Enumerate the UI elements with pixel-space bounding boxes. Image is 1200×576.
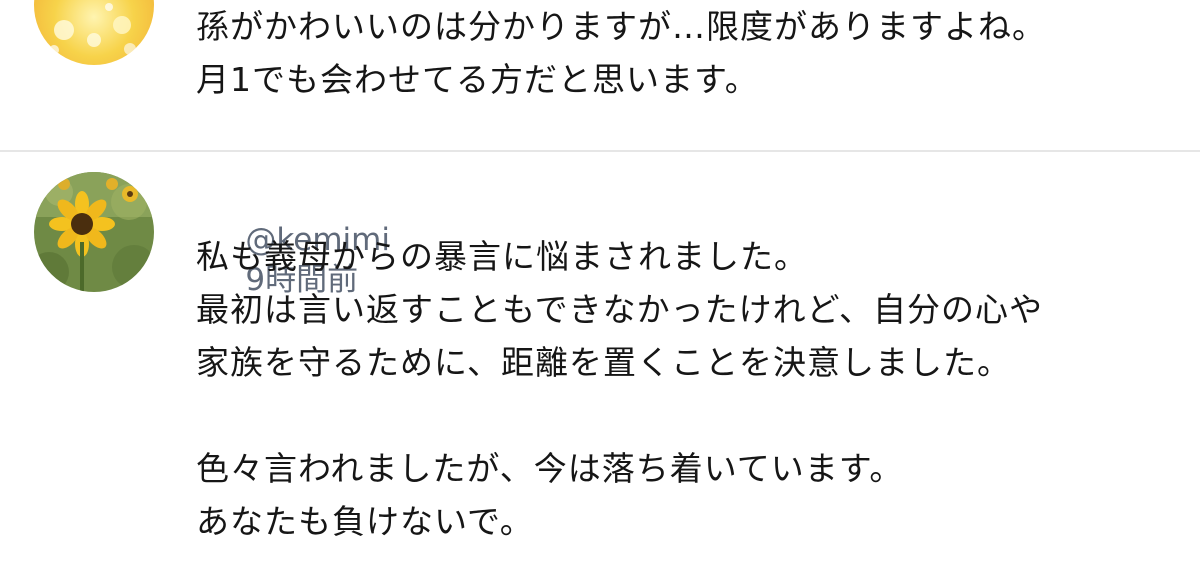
comment-1: 孫がかわいいのは分かりますが…限度がありますよね。 月1でも会わせてる方だと思い… [0,0,1200,150]
comment-line: 私も義母からの暴言に悩まされました。 [196,237,808,276]
comment-line: 色々言われましたが、今は落ち着いています。 [196,449,904,488]
user-avatar[interactable] [34,0,154,65]
user-avatar[interactable] [34,172,154,292]
comment-2: @kemimi 9時間前 私も義母からの暴言に悩まされました。 最初は言い返すこ… [0,152,1200,576]
yellow-sparkle-avatar-icon [34,0,154,65]
sunflower-avatar-icon [34,172,154,292]
comment-body: 孫がかわいいのは分かりますが…限度がありますよね。 月1でも会わせてる方だと思い… [196,0,1046,106]
comment-line [196,389,1043,442]
comment-body: 私も義母からの暴言に悩まされました。 最初は言い返すこともできなかったけれど、自… [196,230,1043,548]
comment-line: 最初は言い返すこともできなかったけれど、自分の心や [196,290,1044,329]
comment-line: 家族を守るために、距離を置くことを決意しました。 [196,343,1012,382]
comment-line: 月1でも会わせてる方だと思います。 [196,60,759,99]
comment-line: 孫がかわいいのは分かりますが…限度がありますよね。 [196,7,1046,46]
comment-line: あなたも負けないで。 [196,502,534,541]
